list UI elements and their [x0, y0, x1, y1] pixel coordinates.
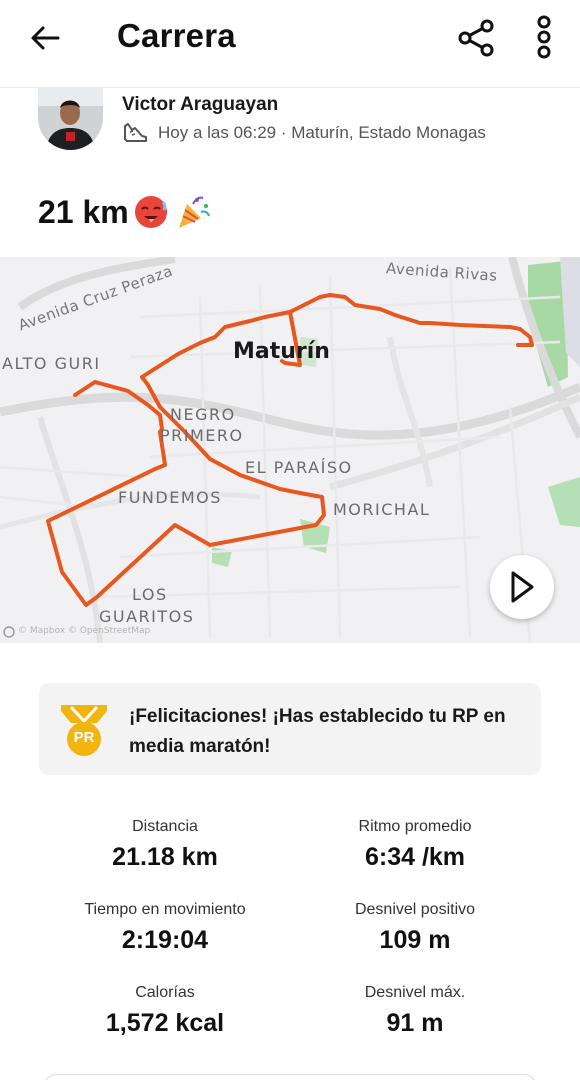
top-app-bar: Carrera: [0, 0, 580, 80]
stat-max-elevation: Desnivel máx. 91 m: [290, 982, 540, 1038]
map-label-primero: PRIMERO: [160, 426, 244, 445]
page-title: Carrera: [117, 17, 236, 54]
play-flyover-button[interactable]: [490, 555, 554, 619]
stat-moving-time: Tiempo en movimiento 2:19:04: [40, 899, 290, 955]
map-attribution: © Mapbox © OpenStreetMap: [18, 626, 151, 636]
stat-pace: Ritmo promedio 6:34 /km: [290, 816, 540, 872]
stat-label: Desnivel positivo: [354, 901, 476, 918]
map-city-label: Maturín: [233, 339, 330, 364]
arrow-left-icon: [31, 26, 60, 50]
map-label-fundemos: FUNDEMOS: [118, 488, 222, 507]
map-label-el-paraiso: EL PARAÍSO: [245, 458, 353, 477]
stat-label: Ritmo promedio: [358, 818, 472, 835]
activity-date-location: Hoy a las 06:29 · Maturín, Estado Monaga…: [158, 123, 486, 142]
running-shoe-icon: [122, 122, 148, 144]
achievement-card[interactable]: PR ¡Felicitaciones! ¡Has establecido tu …: [39, 683, 541, 775]
stat-label: Desnivel máx.: [364, 984, 466, 1001]
stat-value: 2:19:04: [121, 926, 209, 954]
athlete-name[interactable]: Victor Araguayan: [122, 94, 278, 116]
stat-elevation-gain: Desnivel positivo 109 m: [290, 899, 540, 955]
stat-value: 21.18 km: [112, 843, 218, 871]
achievement-text: ¡Felicitaciones! ¡Has establecido tu RP …: [129, 706, 506, 757]
next-card-peek: [44, 1074, 536, 1080]
stat-value: 6:34 /km: [364, 843, 466, 871]
activity-meta: Hoy a las 06:29 · Maturín, Estado Monaga…: [122, 122, 486, 144]
hot-face-emoji: [131, 192, 171, 232]
map-label-morichal: MORICHAL: [333, 500, 431, 519]
party-popper-emoji: [173, 192, 213, 232]
map-label-guaritos: GUARITOS: [99, 607, 195, 626]
stat-label: Tiempo en movimiento: [84, 901, 246, 918]
share-button[interactable]: [452, 14, 500, 62]
stat-calories: Calorías 1,572 kcal: [40, 982, 290, 1038]
play-icon: [511, 571, 534, 603]
share-icon: [458, 19, 494, 57]
avatar[interactable]: [38, 88, 103, 150]
more-options-button[interactable]: [522, 12, 566, 62]
stat-value: 91 m: [386, 1009, 444, 1037]
stat-label: Calorías: [135, 984, 195, 1001]
map-label-negro: NEGRO: [170, 405, 236, 424]
pr-medal-icon: PR: [59, 701, 109, 761]
pr-badge-text: PR: [73, 729, 95, 746]
activity-title: 21 km: [38, 192, 213, 232]
athlete-header: Victor Araguayan Hoy a las 06:29 · Matur…: [0, 88, 580, 168]
map-label-los: LOS: [132, 585, 168, 604]
activity-title-text: 21 km: [38, 193, 129, 230]
map-label-alto-guri: ALTO GURI: [2, 354, 101, 373]
stat-label: Distancia: [132, 818, 198, 835]
avatar-photo: [38, 88, 103, 150]
stat-value: 109 m: [379, 926, 451, 954]
more-vertical-icon: [537, 15, 551, 59]
stat-value: 1,572 kcal: [105, 1009, 225, 1037]
stat-distance: Distancia 21.18 km: [40, 816, 290, 872]
back-button[interactable]: [22, 18, 68, 58]
